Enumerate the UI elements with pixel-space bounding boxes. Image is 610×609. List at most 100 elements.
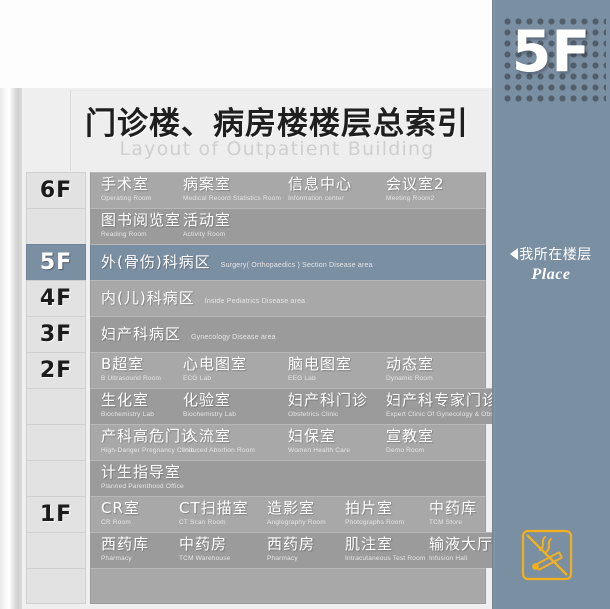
room-name-en: Intracutaneous Test Room	[345, 555, 426, 562]
room-name-cn: 心电图室	[183, 355, 248, 373]
room-name-en: Meeting Room2	[386, 195, 435, 202]
room-name-cn: CR室	[101, 499, 140, 517]
floor-label-empty	[26, 460, 86, 496]
room-name-en: CR Room	[101, 519, 131, 526]
right-panel: 5F 我所在楼层 Place	[492, 0, 610, 609]
room-name-cn: 计生指导室	[101, 463, 182, 481]
room-entry: CT扫描室 CT Scan Room	[169, 501, 257, 528]
directory-board: 门诊楼、病房楼楼层总索引 Layout of Outpatient Buildi…	[22, 88, 514, 609]
room-entry: 中药房 TCM Warehouse	[169, 537, 257, 564]
room-entry: 会议室2 Meeting Room2	[376, 177, 445, 204]
room-name-en: Pharmacy	[267, 555, 298, 562]
floor-row	[22, 568, 492, 604]
you-are-here-marker: 我所在楼层 Place	[492, 244, 610, 284]
room-name-en: CT Scan Room	[179, 519, 226, 526]
room-name-en: TCM Store	[429, 519, 463, 526]
room-name-cn: 输液大厅	[429, 535, 494, 553]
room-name-cn: 会议室2	[386, 175, 445, 193]
room-entry: B超室 B Ultrasound Room	[91, 357, 173, 384]
room-entry: 中药库 TCM Store	[419, 501, 477, 528]
floor-label-empty	[26, 532, 86, 568]
floor-row: 5F 外(骨伤)科病区 Surgery( Orthopaedics ) Sectio…	[22, 244, 492, 280]
room-name-en: Demo Room	[386, 447, 425, 454]
place-text-cn: 我所在楼层	[519, 247, 592, 263]
no-smoking-icon	[520, 528, 574, 582]
room-name-en: High-Danger Pregnancy Clinic	[101, 447, 195, 454]
room-entry: 信息中心 Information center	[278, 177, 376, 204]
room-entry: 图书阅览室 Reading Room	[91, 211, 182, 240]
floor-row: 1F CR室 CR Room CT扫描室 CT Scan Room 造影室 Anglogra…	[22, 496, 492, 532]
room-name-en: Obstetrics Clinic	[288, 411, 339, 418]
room-entry: 造影室 Anglography Room	[257, 501, 335, 528]
room-name-cn: 手术室	[101, 175, 150, 193]
left-triangle-icon	[510, 248, 519, 260]
floor-label-5f: 5F	[26, 244, 86, 280]
room-name-cn: 脑电图室	[288, 355, 353, 373]
room-entry: 妇产科病区 Gynecology Disease area	[91, 324, 276, 343]
room-name-en: Women Health Care	[288, 447, 351, 454]
room-list	[90, 568, 486, 604]
room-list: 产科高危门诊 High-Danger Pregnancy Clinic 人流室 Ind…	[90, 424, 486, 460]
floor-rows: 6F 手术室 Operating Room 病案室 Medical Record Sta…	[22, 172, 514, 604]
floor-row: 6F 手术室 Operating Room 病案室 Medical Record Sta…	[22, 172, 492, 208]
floor-label-text: 4F	[39, 286, 73, 311]
room-name-cn: 中药库	[429, 499, 478, 517]
floor-label-text: 1F	[39, 502, 73, 527]
room-name-cn: 化验室	[183, 391, 232, 409]
title-block: 门诊楼、病房楼楼层总索引 Layout of Outpatient Buildi…	[70, 90, 489, 171]
floor-row: 2F B超室 B Ultrasound Room 心电图室 ECG Lab 脑电图室 EEG…	[22, 352, 492, 388]
room-entry: 手术室 Operating Room	[91, 177, 173, 204]
room-entry: 肌注室 Intracutaneous Test Room	[335, 537, 426, 564]
room-entry: 妇保室 Women Health Care	[278, 429, 376, 456]
room-name-cn: 妇保室	[288, 427, 337, 445]
room-entry: 西药房 Pharmacy	[257, 537, 335, 564]
room-entry: 脑电图室 EEG Lab	[278, 357, 376, 384]
room-entry: 妇产科门诊 Obstetrics Clinic	[278, 393, 376, 420]
room-name-cn: 宣教室	[386, 427, 435, 445]
place-label-en: Place	[531, 266, 571, 283]
room-name-cn: 内(儿)科病区	[101, 288, 195, 307]
room-entry: 宣教室 Demo Room	[376, 429, 434, 456]
room-name-en: Medical Record Statistics Room	[183, 195, 282, 202]
room-name-cn: 妇产科病区	[101, 324, 182, 343]
panel-seam	[492, 0, 495, 609]
room-list: 手术室 Operating Room 病案室 Medical Record Stati…	[90, 172, 486, 208]
floor-label-text: 2F	[39, 358, 73, 383]
room-name-cn: 病案室	[183, 175, 232, 193]
room-name-cn: 图书阅览室	[101, 211, 182, 229]
page-title: 门诊楼、病房楼楼层总索引	[85, 106, 469, 142]
room-entry: 病案室 Medical Record Statistics Room	[173, 175, 282, 204]
room-name-cn: 信息中心	[288, 175, 353, 193]
room-name-en: Pharmacy	[101, 555, 132, 562]
room-entry: 人流室 Induced Abortion Room	[173, 429, 278, 456]
floor-row: 3F 妇产科病区 Gynecology Disease area	[22, 316, 492, 352]
floor-label-empty	[26, 568, 86, 604]
room-list: 计生指导室 Planned Parenthood Office	[90, 460, 486, 496]
room-name-cn: 拍片室	[345, 499, 394, 517]
floor-label-4f: 4F	[26, 280, 86, 316]
floor-label-text: 6F	[39, 178, 73, 203]
floor-row: 西药库 Pharmacy 中药房 TCM Warehouse 西药房 Pharmacy 肌注…	[22, 532, 495, 568]
left-metal-strip	[0, 88, 22, 609]
room-entry: 生化室 Biochemistry Lab	[91, 393, 173, 420]
floor-label-2f: 2F	[26, 352, 86, 388]
floor-label-empty	[26, 388, 86, 424]
floor-label-1f: 1F	[26, 496, 86, 532]
room-list: 西药库 Pharmacy 中药房 TCM Warehouse 西药房 Pharmacy 肌注…	[90, 532, 495, 568]
room-name-cn: 产科高危门诊	[101, 427, 198, 445]
room-name-cn: CT扫描室	[179, 499, 249, 517]
room-list: 生化室 Biochemistry Lab 化验室 Biochemistry Lab 妇产…	[90, 388, 514, 424]
room-name-en: Anglography Room	[267, 519, 326, 526]
floor-row: 生化室 Biochemistry Lab 化验室 Biochemistry Lab 妇产…	[22, 388, 514, 424]
room-name-en: Biochemistry Lab	[101, 411, 155, 418]
room-name-en: TCM Warehouse	[179, 555, 231, 562]
room-name-cn: B超室	[101, 355, 145, 373]
room-entry: CR室 CR Room	[91, 501, 169, 528]
room-name-en: B Ultrasound Room	[101, 375, 162, 382]
room-list: B超室 B Ultrasound Room 心电图室 ECG Lab 脑电图室 EEG L…	[90, 352, 486, 388]
room-entry: 计生指导室 Planned Parenthood Office	[91, 463, 184, 492]
room-name-en: Operating Room	[101, 195, 152, 202]
floor-row: 图书阅览室 Reading Room 活动室 Activity Room	[22, 208, 492, 244]
room-name-cn: 妇产科门诊	[288, 391, 369, 409]
room-name-en: Infusion Hall	[429, 555, 468, 562]
